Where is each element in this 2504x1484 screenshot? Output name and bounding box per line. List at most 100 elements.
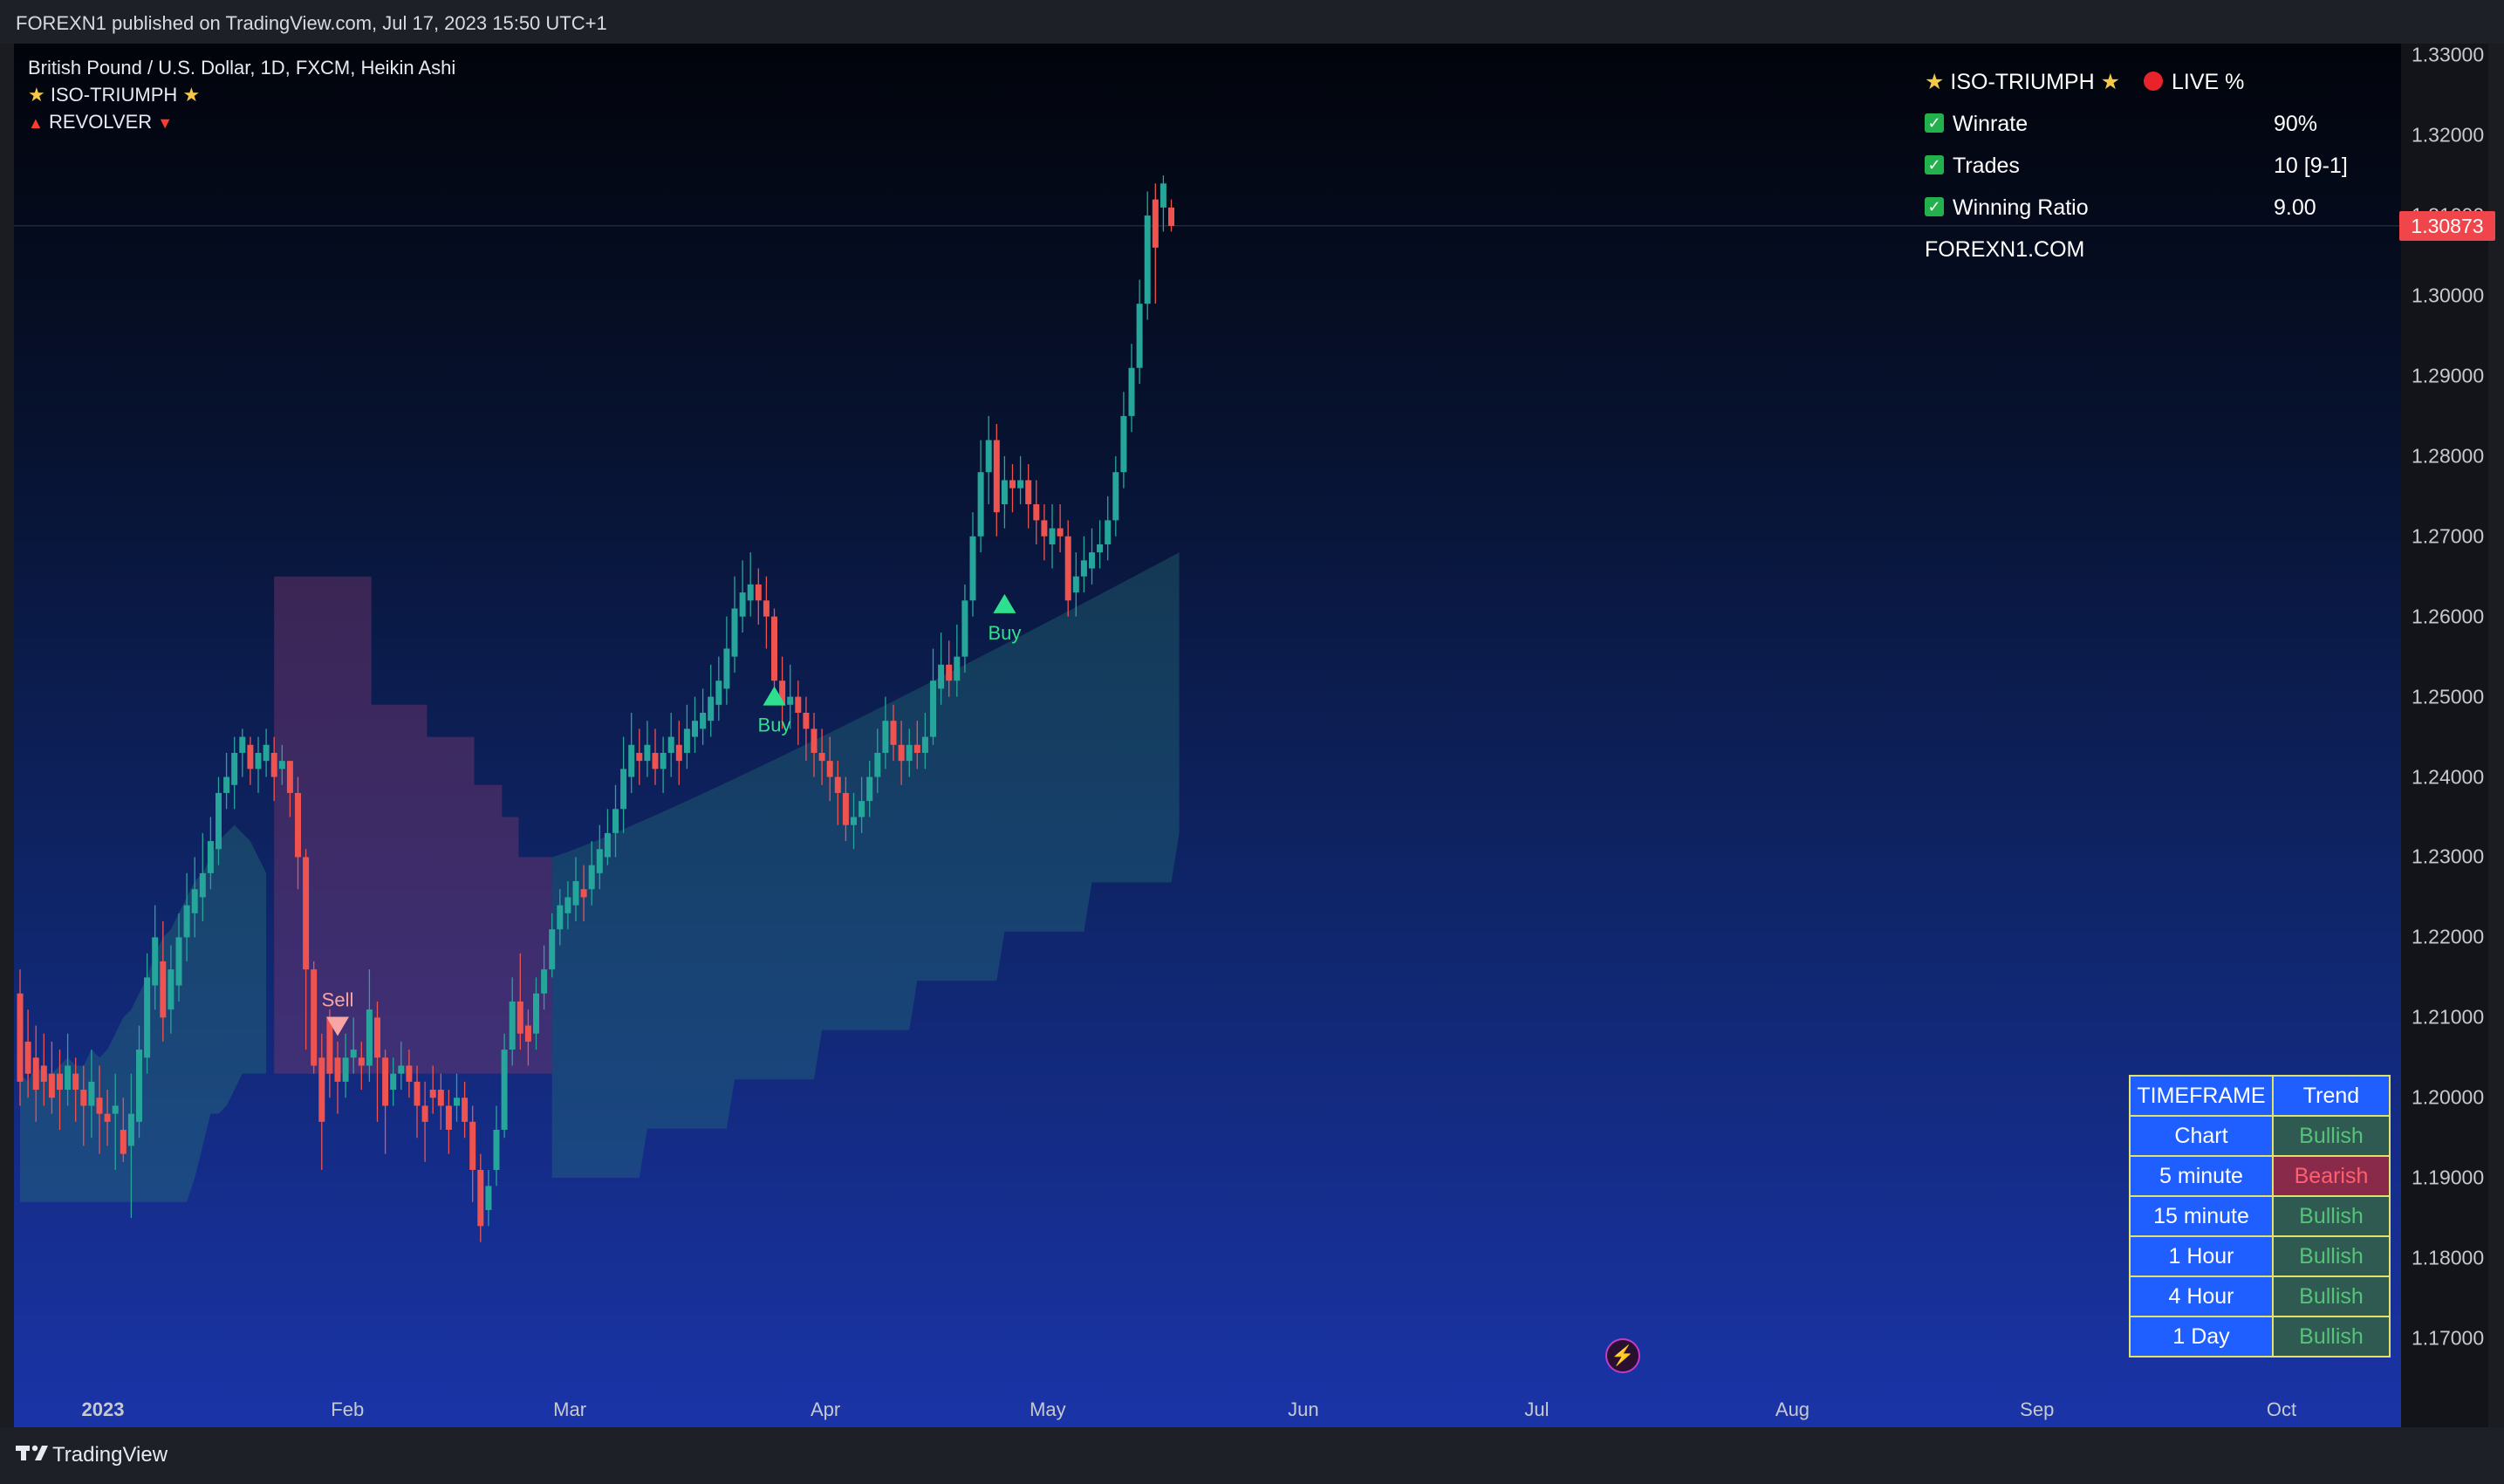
tradingview-brand-text[interactable]: TradingView — [52, 1443, 168, 1467]
price-tick-label: 1.33000 — [2412, 43, 2485, 66]
tradingview-logo-icon[interactable] — [16, 1444, 49, 1463]
time-tick-label: Apr — [810, 1399, 841, 1420]
trend-timeframe: 5 minute — [2129, 1155, 2274, 1197]
symbol-description[interactable]: British Pound / U.S. Dollar, 1D, FXCM, H… — [28, 54, 455, 81]
buy-signal-marker — [993, 593, 1016, 613]
candle-body — [160, 961, 167, 1018]
trend-timeframe: 4 Hour — [2129, 1275, 2274, 1317]
candle-body — [787, 696, 794, 705]
candle-body — [636, 752, 643, 762]
candle-body — [620, 769, 627, 810]
candle-body — [65, 1065, 72, 1091]
candle-body — [270, 752, 277, 777]
candle-body — [1128, 367, 1135, 416]
price-axis[interactable]: 1.330001.320001.310001.300001.290001.280… — [2401, 44, 2488, 1427]
candle-body — [40, 1065, 47, 1082]
candle-body — [517, 1001, 523, 1034]
candle-body — [263, 744, 270, 762]
buy-signal-label: Buy — [758, 715, 791, 736]
trend-row: Chart Bullish — [2129, 1115, 2391, 1157]
trend-timeframe: 15 minute — [2129, 1195, 2274, 1237]
candle-body — [946, 664, 953, 681]
candle-body — [1080, 560, 1087, 577]
lightning-icon[interactable]: ⚡ — [1605, 1338, 1640, 1373]
stats-value: 9.00 — [2274, 195, 2316, 220]
candle-body — [1136, 304, 1143, 368]
candle-body — [1017, 480, 1024, 489]
price-tick-label: 1.32000 — [2412, 123, 2485, 147]
candle-body — [731, 608, 738, 657]
candle-body — [826, 761, 833, 777]
candle-body — [921, 736, 928, 753]
candle-body — [303, 857, 310, 970]
trend-value: Bullish — [2272, 1115, 2391, 1157]
candle-body — [771, 616, 777, 681]
candle-body — [255, 752, 262, 769]
candle-body — [612, 809, 619, 833]
candle-body — [207, 841, 214, 873]
candle-body — [152, 937, 159, 986]
candle-body — [24, 1041, 31, 1074]
candle-body — [1097, 544, 1104, 553]
candle-body — [930, 680, 936, 737]
candle-body — [311, 969, 318, 1066]
star-icon: ★ — [2100, 70, 2121, 94]
candle-body — [318, 1057, 325, 1122]
candle-body — [1025, 480, 1032, 504]
candle-body — [216, 792, 222, 850]
candle-body — [454, 1098, 460, 1106]
stats-label: Winrate — [1953, 112, 2029, 136]
candle-body — [739, 592, 746, 617]
candle-body — [414, 1081, 421, 1106]
indicator-iso-triumph-legend[interactable]: ★ ISO-TRIUMPH ★ — [28, 81, 455, 108]
candle-body — [874, 752, 881, 777]
candle-body — [112, 1105, 119, 1114]
candle-body — [675, 744, 682, 762]
stats-label: Winning Ratio — [1953, 195, 2089, 220]
candle-body — [580, 889, 587, 898]
candle-body — [80, 1090, 87, 1106]
candle-body — [961, 600, 968, 657]
price-tick-label: 1.23000 — [2412, 845, 2485, 868]
indicator-revolver-name: REVOLVER — [48, 111, 153, 133]
candle-body — [692, 721, 698, 737]
price-tick-label: 1.17000 — [2412, 1326, 2485, 1350]
candle-body — [1057, 528, 1064, 537]
candle-body — [144, 977, 151, 1058]
candle-body — [954, 656, 961, 681]
candle-body — [462, 1098, 469, 1122]
candle-body — [421, 1105, 428, 1122]
price-tick-label: 1.26000 — [2412, 605, 2485, 628]
candle-body — [644, 744, 651, 762]
check-icon: ✓ — [1925, 113, 1944, 133]
indicator-revolver-legend[interactable]: ▲ REVOLVER ▼ — [28, 108, 455, 135]
candle-body — [1168, 207, 1174, 226]
candle-body — [493, 1130, 500, 1170]
candle-body — [501, 1050, 508, 1131]
triangle-up-icon: ▲ — [28, 114, 44, 132]
candle-body — [985, 440, 992, 473]
price-tick-label: 1.27000 — [2412, 524, 2485, 548]
candle-body — [366, 1009, 373, 1066]
stats-title-row: ★ ISO-TRIUMPH ★ LIVE % — [1925, 61, 2244, 103]
candle-body — [1144, 215, 1151, 304]
price-tick-label: 1.18000 — [2412, 1246, 2485, 1269]
time-tick-label: Jul — [1524, 1399, 1550, 1420]
trend-value: Bullish — [2272, 1275, 2391, 1317]
candle-body — [708, 696, 715, 721]
candle-body — [533, 993, 539, 1034]
price-tick-label: 1.28000 — [2412, 444, 2485, 468]
candle-body — [120, 1130, 127, 1154]
trend-table-header: TIMEFRAME Trend — [2129, 1075, 2391, 1117]
candle-body — [429, 1090, 436, 1098]
chart-pane[interactable]: Sell Buy Buy British Pound / U.S. Dollar, … — [14, 44, 2495, 1427]
trend-value: Bullish — [2272, 1316, 2391, 1357]
time-tick-label: Oct — [2266, 1399, 2297, 1420]
candle-body — [842, 792, 849, 825]
candle-body — [1160, 183, 1166, 208]
price-tick-label: 1.19000 — [2412, 1166, 2485, 1189]
price-tick-label: 1.25000 — [2412, 685, 2485, 708]
candle-body — [1041, 520, 1048, 537]
time-tick-label: Sep — [2020, 1399, 2055, 1420]
check-icon: ✓ — [1925, 155, 1944, 175]
